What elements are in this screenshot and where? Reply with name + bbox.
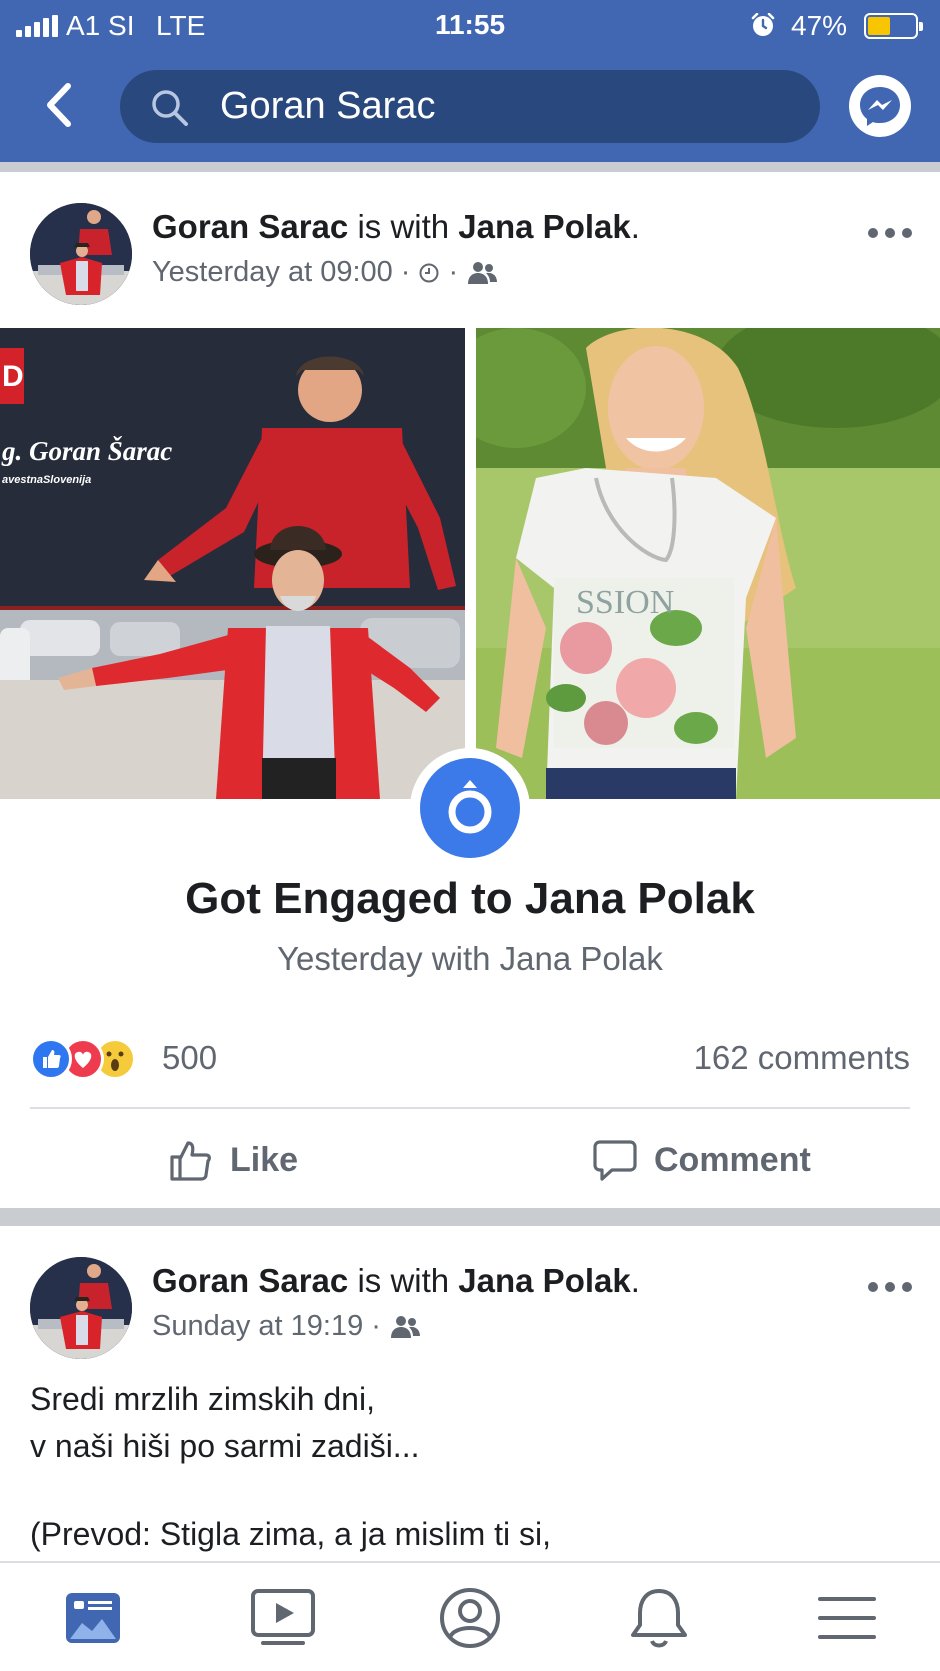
svg-text:SSION: SSION [576, 584, 674, 621]
more-icon[interactable] [868, 1282, 912, 1296]
post-meta: Yesterday at 09:00 · · [152, 256, 498, 289]
feed-divider [0, 162, 940, 172]
search-bar[interactable] [120, 70, 820, 143]
post-photo-right[interactable]: SSION [476, 328, 940, 799]
news-feed-icon[interactable] [58, 1585, 128, 1651]
post-header: Goran Sarac is with Jana Polak. [152, 1262, 640, 1300]
menu-icon[interactable] [812, 1585, 882, 1651]
comment-button[interactable]: Comment [592, 1135, 811, 1185]
post-timestamp[interactable]: Yesterday at 09:00 [152, 256, 393, 289]
svg-text:avestnaSlovenija: avestnaSlovenija [2, 474, 91, 486]
tagged-name[interactable]: Jana Polak [458, 208, 630, 245]
post-text: Sredi mrzlih zimskih dni, v naši hiši po… [30, 1376, 551, 1558]
post-photo-left[interactable]: D g. Goran Šarac avestnaSlovenija [0, 328, 465, 799]
svg-text:g. Goran Šarac: g. Goran Šarac [1, 436, 172, 466]
reaction-count[interactable]: 500 [162, 1039, 217, 1077]
status-bar: A1 SI LTE 11:55 47% [0, 0, 940, 52]
friends-icon [390, 1315, 420, 1338]
meta-dot: · [448, 256, 459, 288]
period: . [630, 208, 640, 245]
like-button[interactable]: Like [168, 1135, 298, 1185]
with-text: is with [357, 1262, 450, 1299]
messenger-button[interactable] [849, 75, 911, 137]
like-label: Like [230, 1140, 299, 1179]
author-name[interactable]: Goran Sarac [152, 1262, 348, 1299]
watch-icon[interactable] [248, 1585, 318, 1651]
post-text-line: (Prevod: Stigla zima, a ja mislim ti si, [30, 1516, 552, 1552]
post-text-line: v naši hiši po sarmi zadiši... [30, 1428, 420, 1464]
like-icon [30, 1038, 72, 1080]
clock-icon [419, 263, 439, 282]
thumbs-up-icon [170, 1141, 211, 1181]
tagged-name[interactable]: Jana Polak [458, 1262, 630, 1299]
search-icon [152, 90, 188, 126]
friends-icon [468, 261, 498, 284]
profile-icon[interactable] [435, 1585, 505, 1651]
life-event-title: Got Engaged to Jana Polak [185, 874, 755, 923]
top-bar: A1 SI LTE 11:55 47% [0, 0, 940, 162]
period: . [630, 1262, 640, 1299]
chevron-left-icon[interactable] [38, 80, 82, 130]
more-icon[interactable] [868, 228, 912, 242]
author-name[interactable]: Goran Sarac [152, 208, 348, 245]
battery-percent: 47% [791, 10, 848, 41]
post-timestamp[interactable]: Sunday at 19:19 [152, 1310, 363, 1343]
comment-icon [593, 1140, 637, 1181]
with-text: is with [357, 208, 450, 245]
life-event-subtitle: Yesterday with Jana Polak [277, 940, 663, 977]
feed-divider [0, 1208, 940, 1226]
post-meta: Sunday at 19:19 · [152, 1310, 421, 1343]
post-text-line: Sredi mrzlih zimskih dni, [30, 1381, 375, 1417]
battery-icon [864, 13, 923, 39]
engagement-ring-icon [448, 780, 492, 834]
avatar[interactable] [30, 203, 132, 305]
svg-text:D: D [2, 360, 24, 393]
search-input[interactable] [220, 70, 800, 143]
messenger-icon [860, 87, 900, 126]
comment-label: Comment [654, 1140, 811, 1179]
avatar[interactable] [30, 1257, 132, 1359]
life-event-badge [410, 748, 530, 868]
divider [30, 1107, 910, 1109]
tab-bar [0, 1561, 940, 1671]
meta-dot: · [371, 1310, 381, 1342]
alarm-icon [751, 13, 775, 36]
meta-dot: · [400, 256, 411, 288]
comment-count[interactable]: 162 comments [694, 1039, 910, 1077]
post-header: Goran Sarac is with Jana Polak. [152, 208, 640, 246]
notifications-icon[interactable] [624, 1585, 694, 1651]
